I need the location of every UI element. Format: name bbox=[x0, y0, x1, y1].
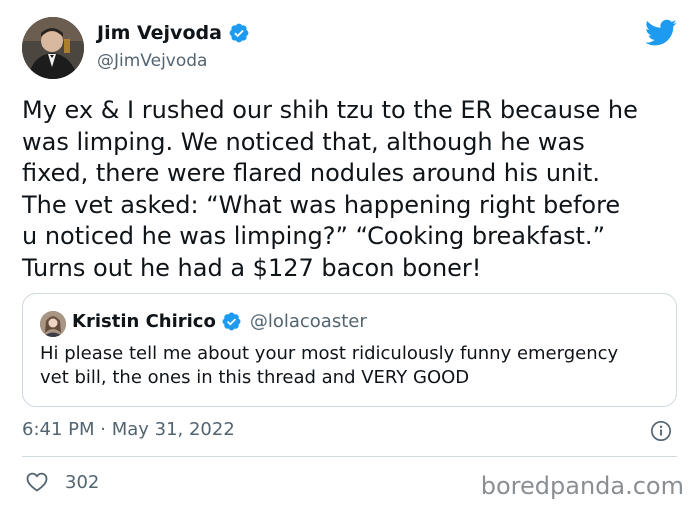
quoted-tweet-text: Hi please tell me about your most ridicu… bbox=[40, 343, 619, 388]
quoted-display-name[interactable]: Kristin Chirico bbox=[72, 311, 216, 332]
heart-icon bbox=[25, 470, 49, 494]
quoted-tweet-card[interactable]: Kristin Chirico @lolacoaster Hi please t… bbox=[22, 293, 677, 407]
tweet-timestamp[interactable]: 6:41 PM · May 31, 2022 bbox=[22, 419, 235, 440]
author-display-name[interactable]: Jim Vejvoda bbox=[97, 22, 222, 44]
verified-badge-icon bbox=[221, 311, 242, 332]
divider bbox=[22, 456, 677, 457]
author-name-row[interactable]: Jim Vejvoda bbox=[97, 22, 250, 44]
avatar-image bbox=[22, 17, 84, 79]
author-avatar[interactable] bbox=[22, 17, 84, 79]
verified-badge-icon bbox=[228, 22, 250, 44]
like-button[interactable]: 302 bbox=[25, 470, 99, 494]
info-icon[interactable] bbox=[650, 420, 672, 442]
quoted-avatar-image bbox=[40, 311, 66, 337]
quoted-author-avatar[interactable] bbox=[40, 311, 66, 337]
quoted-handle[interactable]: @lolacoaster bbox=[250, 311, 367, 332]
twitter-bird-icon[interactable] bbox=[645, 19, 677, 47]
boredpanda-watermark: boredpanda.com bbox=[480, 472, 684, 500]
tweet-text: My ex & I rushed our shih tzu to the ER … bbox=[22, 96, 638, 282]
quoted-author-row: Kristin Chirico @lolacoaster bbox=[72, 311, 367, 332]
author-handle[interactable]: @JimVejvoda bbox=[97, 51, 207, 71]
like-count: 302 bbox=[65, 471, 100, 493]
